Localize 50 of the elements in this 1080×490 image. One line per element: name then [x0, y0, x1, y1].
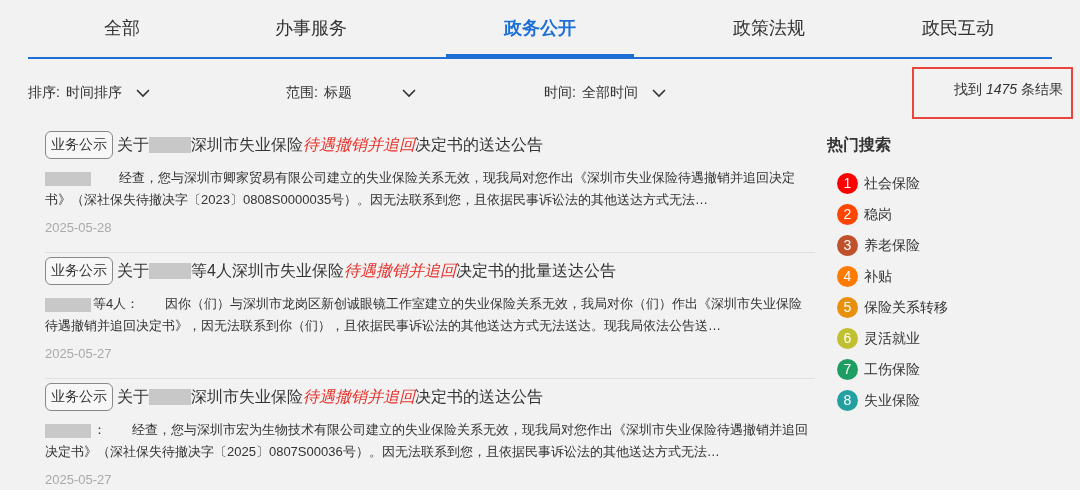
caret-icon — [651, 88, 666, 98]
rank-badge: 7 — [837, 359, 858, 380]
result-date: 2025-05-28 — [45, 220, 113, 235]
rank-badge: 3 — [837, 235, 858, 256]
tab[interactable]: 办事服务 — [216, 0, 406, 57]
hot-search-link[interactable]: 灵活就业 — [864, 329, 920, 348]
redacted-block — [149, 263, 191, 279]
tab[interactable]: 政策法规 — [674, 0, 864, 57]
result-date: 2025-05-27 — [45, 472, 113, 487]
caret-icon — [135, 88, 150, 98]
hot-search-link[interactable]: 养老保险 — [864, 236, 920, 255]
filter-label: 排序: — [28, 84, 60, 102]
caret-icon — [401, 88, 416, 98]
hot-search-link[interactable]: 保险关系转移 — [864, 298, 948, 317]
rank-badge: 4 — [837, 266, 858, 287]
category-tag: 业务公示 — [45, 383, 113, 411]
section-title: 热门搜索 — [827, 135, 892, 155]
result-title[interactable]: 关于 等4人深圳市失业保险待遇撤销并追回决定书的批量送达公告 — [117, 260, 616, 282]
redacted-block — [149, 389, 191, 405]
tab[interactable]: 全部 — [28, 0, 217, 57]
result-summary: ： 经查，您与深圳市宏为生物技术有限公司建立的失业保险关系无效，现我局对您作出《深圳市失业保险待遇撤销并追回决定书》（深社保失待撤决字〔2025〕0807S00036号）。因无法联系到您，且依据民事诉讼法的其他送达方式无法… — [45, 421, 809, 461]
redacted-block — [45, 423, 91, 438]
result-date: 2025-05-27 — [45, 346, 113, 361]
filter-dropdown[interactable]: 标题 — [323, 84, 416, 102]
result-title[interactable]: 关于 深圳市失业保险待遇撤销并追回决定书的送达公告 — [117, 386, 543, 408]
redacted-block — [45, 297, 91, 312]
hot-search-link[interactable]: 社会保险 — [864, 174, 920, 193]
category-tag: 业务公示 — [45, 131, 113, 159]
filter-dropdown[interactable]: 全部时间 — [581, 84, 666, 102]
rank-badge: 6 — [837, 328, 858, 349]
filter-label: 范围: — [286, 84, 318, 102]
hot-search-link[interactable]: 工伤保险 — [864, 360, 920, 379]
rank-badge: 1 — [837, 173, 858, 194]
tab[interactable]: 政务公开 — [445, 0, 635, 57]
hot-search-link[interactable]: 稳岗 — [864, 205, 892, 224]
redacted-block — [45, 171, 91, 186]
result-summary: 等4人： 因你（们）与深圳市龙岗区新创诚眼镜工作室建立的失业保险关系无效，我局对你（们）作出《深圳市失业保险待遇撤销并追回决定书》，因无法联系到你（们），且依据民事诉讼法的其他送达方式无法送达。现我局依法公告送… — [45, 295, 804, 335]
result-title[interactable]: 关于 深圳市失业保险待遇撤销并追回决定书的送达公告 — [117, 134, 543, 156]
hot-search-link[interactable]: 补贴 — [864, 267, 892, 286]
tab[interactable]: 政民互动 — [863, 0, 1052, 57]
category-tag: 业务公示 — [45, 257, 113, 285]
filter-dropdown[interactable]: 时间排序 — [65, 84, 150, 102]
hot-search-link[interactable]: 失业保险 — [864, 391, 920, 410]
result-count: 找到 1475 条结果 — [912, 67, 1073, 119]
filter-label: 时间: — [544, 84, 576, 102]
rank-badge: 8 — [837, 390, 858, 411]
result-summary: 经查，您与深圳市卿家贸易有限公司建立的失业保险关系无效，现我局对您作出《深圳市失业保险待遇撤销并追回决定书》（深社保失待撤决字〔2023〕0808S0000035号）。因无法联系到您，且依据民事诉讼法的其他送达方式无法… — [45, 169, 796, 209]
rank-badge: 5 — [837, 297, 858, 318]
rank-badge: 2 — [837, 204, 858, 225]
redacted-block — [149, 137, 191, 153]
